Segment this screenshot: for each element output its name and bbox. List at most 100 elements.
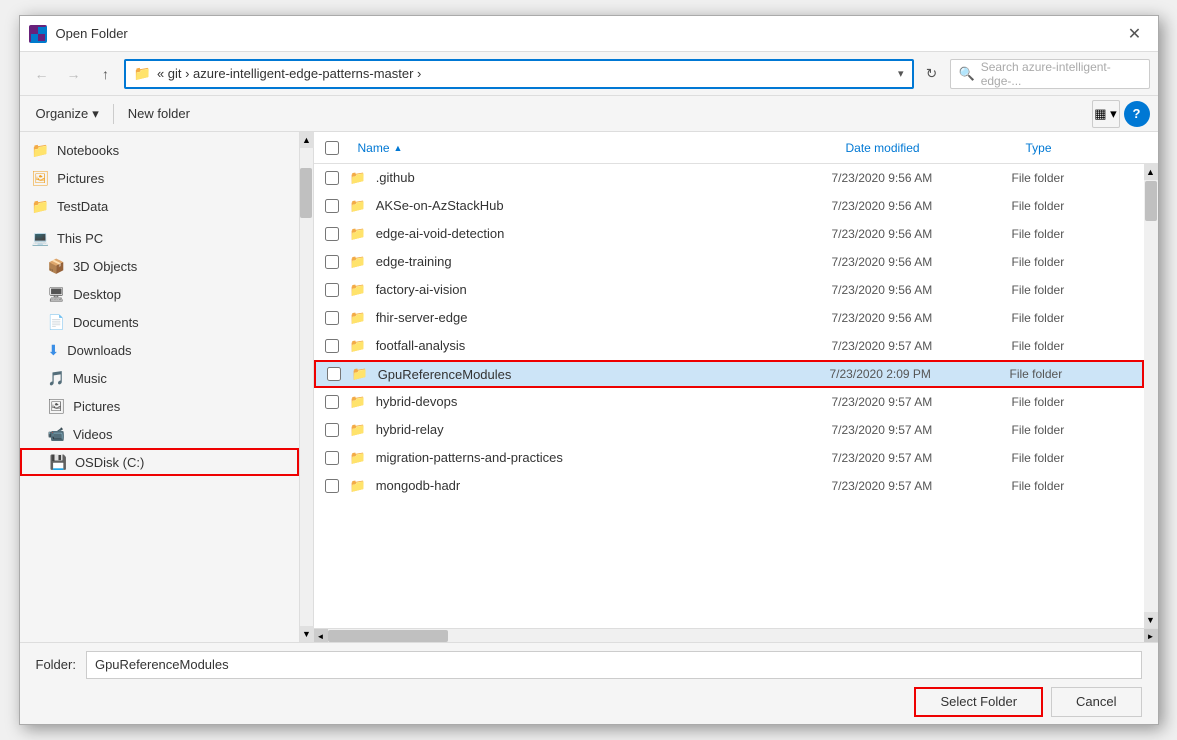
sidebar-item-pictures1[interactable]: 🖼 Pictures: [20, 164, 299, 192]
view-icons: ▦ ▾ ?: [1092, 100, 1150, 128]
sidebar-pictures2[interactable]: 🖼 Pictures: [20, 392, 299, 420]
row-checkbox[interactable]: [325, 451, 339, 465]
hscroll-thumb[interactable]: [328, 630, 448, 642]
file-name: fhir-server-edge: [372, 310, 824, 325]
folder-icon: 📁: [32, 198, 49, 215]
videos-icon: 📹: [48, 426, 65, 443]
file-name: factory-ai-vision: [372, 282, 824, 297]
file-row[interactable]: 📁 edge-ai-void-detection 7/23/2020 9:56 …: [314, 220, 1144, 248]
file-date: 7/23/2020 9:56 AM: [824, 171, 1004, 185]
file-row[interactable]: 📁 migration-patterns-and-practices 7/23/…: [314, 444, 1144, 472]
search-box[interactable]: 🔍 Search azure-intelligent-edge-...: [950, 59, 1150, 89]
sidebar-item-label: Pictures: [57, 171, 104, 186]
row-checkbox[interactable]: [325, 339, 339, 353]
sidebar-videos[interactable]: 📹 Videos: [20, 420, 299, 448]
file-row[interactable]: 📁 mongodb-hadr 7/23/2020 9:57 AM File fo…: [314, 472, 1144, 500]
new-folder-button[interactable]: New folder: [120, 100, 198, 128]
filelist-scrollbar[interactable]: ▲ ▼: [1144, 164, 1158, 628]
hscroll-left[interactable]: ◄: [314, 629, 328, 642]
row-checkbox[interactable]: [325, 227, 339, 241]
sidebar-thispc[interactable]: 💻 This PC: [20, 224, 299, 252]
scroll-track: [1144, 180, 1158, 612]
view-toggle-button[interactable]: ▦ ▾: [1092, 100, 1120, 128]
address-bar[interactable]: 📁 « git › azure-intelligent-edge-pattern…: [124, 59, 914, 89]
col-name-header[interactable]: Name ▲: [350, 141, 838, 155]
help-button[interactable]: ?: [1124, 101, 1150, 127]
filelist-scroll-area: 📁 .github 7/23/2020 9:56 AM File folder …: [314, 164, 1158, 628]
horizontal-scrollbar[interactable]: ◄ ►: [314, 628, 1158, 642]
forward-button[interactable]: →: [60, 60, 88, 88]
file-date: 7/23/2020 9:57 AM: [824, 423, 1004, 437]
row-checkbox[interactable]: [325, 479, 339, 493]
sidebar-scrollbar[interactable]: ▲ ▼: [300, 132, 314, 642]
file-row[interactable]: 📁 hybrid-devops 7/23/2020 9:57 AM File f…: [314, 388, 1144, 416]
col-type-header[interactable]: Type: [1018, 141, 1158, 155]
sidebar-downloads[interactable]: ⬇ Downloads: [20, 336, 299, 364]
file-row[interactable]: 📁 factory-ai-vision 7/23/2020 9:56 AM Fi…: [314, 276, 1144, 304]
search-placeholder: Search azure-intelligent-edge-...: [981, 60, 1141, 88]
file-type: File folder: [1004, 423, 1144, 437]
sidebar-item-notebooks[interactable]: 📁 Notebooks: [20, 136, 299, 164]
sidebar: 📁 Notebooks 🖼 Pictures 📁 TestData 💻 This…: [20, 132, 300, 642]
organize-label: Organize: [36, 106, 89, 121]
scroll-thumb[interactable]: [1145, 181, 1157, 221]
file-row[interactable]: 📁 hybrid-relay 7/23/2020 9:57 AM File fo…: [314, 416, 1144, 444]
sidebar-scroll-down[interactable]: ▼: [300, 626, 314, 642]
row-checkbox[interactable]: [325, 395, 339, 409]
file-name: migration-patterns-and-practices: [372, 450, 824, 465]
select-folder-button[interactable]: Select Folder: [914, 687, 1043, 717]
row-checkbox[interactable]: [325, 423, 339, 437]
filelist-rows: 📁 .github 7/23/2020 9:56 AM File folder …: [314, 164, 1144, 628]
folder-input-row: Folder:: [20, 643, 1158, 687]
sidebar-scroll-thumb[interactable]: [300, 168, 312, 218]
row-checkbox[interactable]: [325, 199, 339, 213]
sidebar-osdisk[interactable]: 💾 OSDisk (C:): [20, 448, 299, 476]
close-button[interactable]: ✕: [1120, 19, 1150, 49]
scroll-up-btn[interactable]: ▲: [1144, 164, 1158, 180]
sidebar-scroll-up[interactable]: ▲: [300, 132, 314, 148]
refresh-button[interactable]: ↻: [918, 60, 946, 88]
pc-icon: 💻: [32, 230, 49, 247]
row-checkbox[interactable]: [325, 283, 339, 297]
back-button[interactable]: ←: [28, 60, 56, 88]
sidebar-item-label: OSDisk (C:): [75, 455, 144, 470]
new-folder-label: New folder: [128, 106, 190, 121]
row-check: [314, 423, 350, 437]
file-row[interactable]: 📁 footfall-analysis 7/23/2020 9:57 AM Fi…: [314, 332, 1144, 360]
row-checkbox[interactable]: [325, 171, 339, 185]
row-check: [314, 227, 350, 241]
sidebar-music[interactable]: 🎵 Music: [20, 364, 299, 392]
select-all-checkbox[interactable]: [325, 141, 339, 155]
file-folder-icon: 📁: [350, 198, 366, 214]
folder-input[interactable]: [86, 651, 1142, 679]
organize-button[interactable]: Organize ▾: [28, 100, 107, 128]
col-date-header[interactable]: Date modified: [838, 141, 1018, 155]
file-type: File folder: [1004, 451, 1144, 465]
address-dropdown-icon[interactable]: ▾: [898, 67, 904, 80]
scroll-down-btn[interactable]: ▼: [1144, 612, 1158, 628]
file-name: mongodb-hadr: [372, 478, 824, 493]
sidebar-item-label: TestData: [57, 199, 108, 214]
row-check: [314, 171, 350, 185]
sidebar-item-testdata[interactable]: 📁 TestData: [20, 192, 299, 220]
file-folder-icon: 📁: [350, 450, 366, 466]
row-checkbox[interactable]: [327, 367, 341, 381]
up-button[interactable]: ↑: [92, 60, 120, 88]
file-row[interactable]: 📁 AKSe-on-AzStackHub 7/23/2020 9:56 AM F…: [314, 192, 1144, 220]
file-row[interactable]: 📁 fhir-server-edge 7/23/2020 9:56 AM Fil…: [314, 304, 1144, 332]
toolbar-separator: [113, 104, 114, 124]
sidebar-3dobjects[interactable]: 📦 3D Objects: [20, 252, 299, 280]
hscroll-right[interactable]: ►: [1144, 629, 1158, 642]
col-check: [314, 141, 350, 155]
cancel-button[interactable]: Cancel: [1051, 687, 1141, 717]
file-date: 7/23/2020 9:56 AM: [824, 283, 1004, 297]
row-check: [314, 479, 350, 493]
file-row[interactable]: 📁 .github 7/23/2020 9:56 AM File folder: [314, 164, 1144, 192]
row-check: [314, 283, 350, 297]
file-row[interactable]: 📁 GpuReferenceModules 7/23/2020 2:09 PM …: [314, 360, 1144, 388]
sidebar-documents[interactable]: 📄 Documents: [20, 308, 299, 336]
sidebar-desktop[interactable]: 🖥 Desktop: [20, 280, 299, 308]
row-checkbox[interactable]: [325, 311, 339, 325]
file-row[interactable]: 📁 edge-training 7/23/2020 9:56 AM File f…: [314, 248, 1144, 276]
row-checkbox[interactable]: [325, 255, 339, 269]
